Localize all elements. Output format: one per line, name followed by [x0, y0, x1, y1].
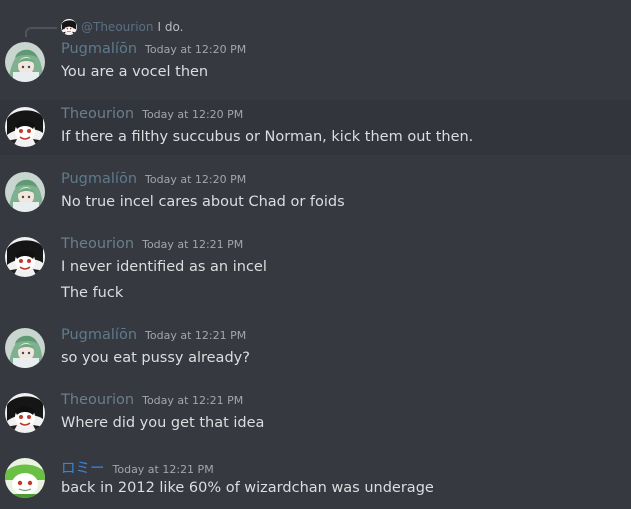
message-item: ロミー Today at 12:21 PM back in 2012 like … — [0, 451, 631, 509]
reply-reference[interactable]: @Theourion I do. — [61, 19, 183, 35]
message-item: Theourion Today at 12:20 PM If there a f… — [0, 100, 631, 155]
reply-avatar — [61, 19, 77, 35]
timestamp: Today at 12:21 PM — [112, 463, 214, 476]
message-text: I never identified as an incel — [61, 259, 267, 275]
romi-avatar[interactable] — [5, 458, 45, 498]
timestamp: Today at 12:20 PM — [145, 43, 247, 56]
message-item: Theourion Today at 12:21 PM Where did yo… — [0, 386, 631, 441]
message-item: Theourion Today at 12:21 PM I never iden… — [0, 230, 631, 310]
username[interactable]: Theourion — [61, 236, 134, 252]
theourion-avatar[interactable] — [5, 393, 45, 433]
timestamp: Today at 12:20 PM — [142, 108, 244, 121]
username[interactable]: Theourion — [61, 106, 134, 122]
message-text: If there a filthy succubus or Norman, ki… — [61, 129, 474, 145]
pugmalion-avatar[interactable] — [5, 42, 45, 82]
username[interactable]: ロミー — [61, 457, 105, 478]
timestamp: Today at 12:21 PM — [145, 329, 247, 342]
message-text: The fuck — [61, 285, 124, 301]
pugmalion-avatar[interactable] — [5, 328, 45, 368]
message-text: You are a vocel then — [61, 64, 209, 80]
theourion-avatar[interactable] — [5, 107, 45, 147]
username[interactable]: Theourion — [61, 392, 134, 408]
timestamp: Today at 12:21 PM — [142, 238, 244, 251]
timestamp: Today at 12:20 PM — [145, 173, 247, 186]
timestamp: Today at 12:21 PM — [142, 394, 244, 407]
theourion-avatar[interactable] — [5, 237, 45, 277]
message-item: Pugmalíōn Today at 12:20 PM No true ince… — [0, 165, 631, 220]
username[interactable]: Pugmalíōn — [61, 327, 137, 343]
message-item: Pugmalíōn Today at 12:21 PM so you eat p… — [0, 321, 631, 376]
message-text: so you eat pussy already? — [61, 350, 250, 366]
pugmalion-avatar[interactable] — [5, 172, 45, 212]
username[interactable]: Pugmalíōn — [61, 41, 137, 57]
reply-username[interactable]: @Theourion — [81, 20, 153, 34]
username[interactable]: Pugmalíōn — [61, 171, 137, 187]
message-text: No true incel cares about Chad or foids — [61, 194, 345, 210]
reply-text: I do. — [157, 20, 184, 34]
message-text: back in 2012 like 60% of wizardchan was … — [61, 480, 434, 496]
message-text: Where did you get that idea — [61, 415, 265, 431]
message-item: Pugmalíōn Today at 12:20 PM You are a vo… — [0, 34, 631, 94]
